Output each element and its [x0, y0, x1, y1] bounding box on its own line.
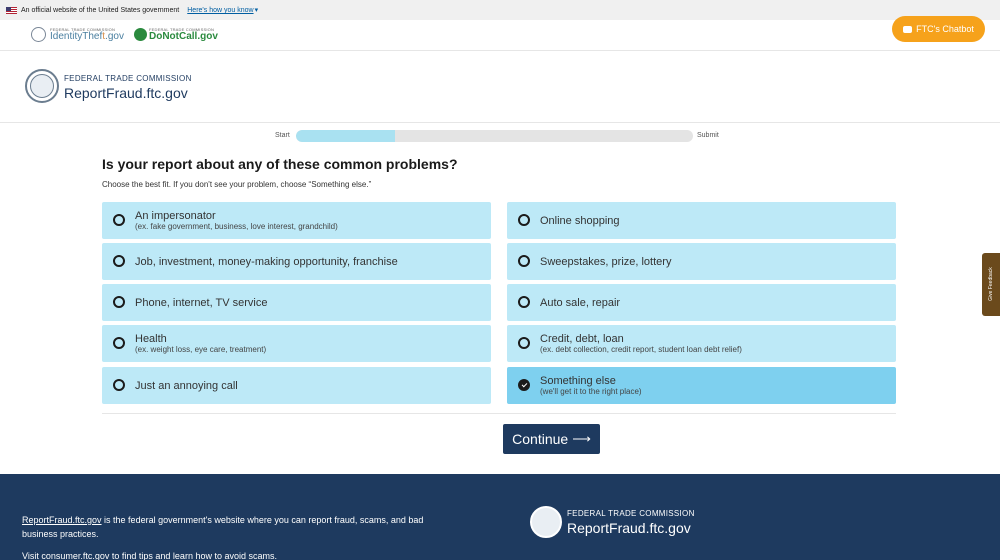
radio-button[interactable]	[113, 214, 125, 226]
option-annoying-call[interactable]: Just an annoying call	[102, 367, 491, 404]
progress-bar-fill	[296, 130, 396, 142]
option-label: Auto sale, repair	[540, 296, 621, 309]
radio-button[interactable]	[518, 337, 530, 349]
page-title: Is your report about any of these common…	[102, 156, 458, 172]
radio-button[interactable]	[518, 379, 530, 391]
agency-name: FEDERAL TRADE COMMISSION	[64, 74, 192, 83]
us-flag-icon	[6, 6, 17, 14]
chevron-down-icon: ▾	[254, 7, 259, 14]
footer-site-name: ReportFraud.ftc.gov	[567, 520, 691, 536]
radio-button[interactable]	[113, 296, 125, 308]
partner-links-bar: FEDERAL TRADE COMMISSION IdentityTheft.g…	[0, 20, 1000, 50]
consumer-ftc-link[interactable]: consumer.ftc.gov	[41, 551, 109, 560]
ftc-seal-icon	[31, 27, 46, 42]
option-label: Sweepstakes, prize, lottery	[540, 255, 672, 268]
option-sublabel: (ex. fake government, business, love int…	[135, 221, 338, 231]
radio-button[interactable]	[113, 255, 125, 267]
option-label: Online shopping	[540, 214, 620, 227]
phone-icon	[134, 28, 147, 41]
option-label: Job, investment, money-making opportunit…	[135, 255, 398, 268]
give-feedback-tab[interactable]: Give Feedback	[982, 253, 1000, 316]
footer-agency-name: FEDERAL TRADE COMMISSION	[567, 509, 695, 518]
option-label: Phone, internet, TV service	[135, 296, 268, 309]
footer: ReportFraud.ftc.gov is the federal gover…	[0, 474, 1000, 560]
continue-button[interactable]: Continue ⟶	[503, 424, 600, 454]
continue-label: Continue	[512, 431, 569, 447]
option-sublabel: (ex. weight loss, eye care, treatment)	[135, 344, 267, 354]
option-sweepstakes[interactable]: Sweepstakes, prize, lottery	[507, 243, 896, 280]
footer-text-2a: Visit	[22, 551, 42, 560]
identitytheft-name: IdentityTheft.gov	[50, 31, 124, 42]
option-label: Credit, debt, loan	[540, 332, 624, 345]
donotcall-link[interactable]: FEDERAL TRADE COMMISSION DoNotCall.gov	[134, 27, 218, 42]
option-health[interactable]: Health (ex. weight loss, eye care, treatm…	[102, 325, 491, 362]
form-divider	[102, 413, 896, 414]
site-header: FEDERAL TRADE COMMISSION ReportFraud.ftc…	[0, 50, 1000, 122]
option-impersonator[interactable]: An impersonator (ex. fake government, bus…	[102, 202, 491, 239]
donotcall-name: DoNotCall.gov	[149, 31, 218, 42]
radio-button[interactable]	[518, 255, 530, 267]
heres-how-you-know-label: Here's how you know	[187, 7, 254, 14]
footer-description: ReportFraud.ftc.gov is the federal gover…	[22, 513, 452, 560]
chatbot-label: FTC's Chatbot	[916, 24, 974, 34]
reportfraud-footer-link[interactable]: ReportFraud.ftc.gov	[22, 515, 102, 525]
radio-button[interactable]	[518, 214, 530, 226]
radio-button[interactable]	[113, 379, 125, 391]
option-job-investment[interactable]: Job, investment, money-making opportunit…	[102, 243, 491, 280]
option-phone-internet-tv[interactable]: Phone, internet, TV service	[102, 284, 491, 321]
radio-button[interactable]	[518, 296, 530, 308]
ftc-seal-icon[interactable]	[25, 69, 59, 103]
site-name-link[interactable]: ReportFraud.ftc.gov	[64, 85, 188, 101]
progress-bar	[296, 130, 693, 142]
chat-bubble-icon	[903, 25, 913, 33]
option-sublabel: (we'll get it to the right place)	[540, 386, 642, 396]
chatbot-button[interactable]: FTC's Chatbot	[892, 16, 985, 42]
option-label: An impersonator	[135, 209, 216, 222]
heres-how-you-know-link[interactable]: Here's how you know▾	[187, 6, 258, 14]
option-auto-sale[interactable]: Auto sale, repair	[507, 284, 896, 321]
radio-button[interactable]	[113, 337, 125, 349]
arrow-right-icon: ⟶	[572, 431, 591, 446]
option-label: Just an annoying call	[135, 379, 238, 392]
identitytheft-link[interactable]: FEDERAL TRADE COMMISSION IdentityTheft.g…	[31, 27, 124, 42]
question-hint: Choose the best fit. If you don't see yo…	[102, 180, 372, 189]
footer-text-2b: to find tips and learn how to avoid scam…	[109, 551, 277, 560]
gov-banner: An official website of the United States…	[0, 0, 1000, 20]
option-label: Health	[135, 332, 167, 345]
progress-end-label: Submit	[697, 132, 719, 139]
option-credit-debt-loan[interactable]: Credit, debt, loan (ex. debt collection, …	[507, 325, 896, 362]
option-sublabel: (ex. debt collection, credit report, stu…	[540, 344, 742, 354]
header-divider	[0, 122, 1000, 123]
option-label: Something else	[540, 374, 616, 387]
ftc-seal-icon	[530, 506, 562, 538]
option-something-else[interactable]: Something else (we'll get it to the right…	[507, 367, 896, 404]
option-online-shopping[interactable]: Online shopping	[507, 202, 896, 239]
gov-banner-text: An official website of the United States…	[21, 6, 180, 14]
progress-start-label: Start	[275, 132, 290, 139]
give-feedback-label: Give Feedback	[988, 267, 994, 301]
